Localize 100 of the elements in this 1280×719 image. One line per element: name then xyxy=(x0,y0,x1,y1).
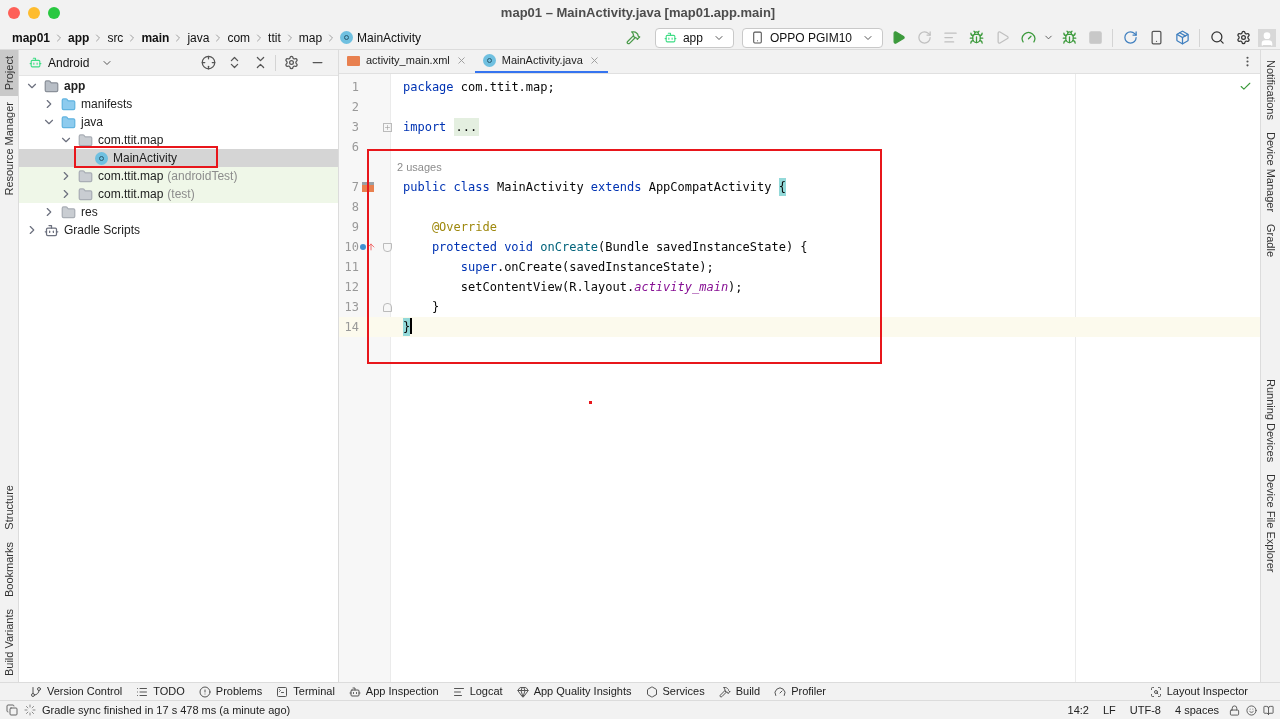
tool-window-button[interactable]: Problems xyxy=(192,682,269,701)
close-tab-icon[interactable] xyxy=(588,55,600,66)
breadcrumb[interactable]: MainActivity xyxy=(338,28,424,47)
tool-window-tab[interactable]: Resource Manager xyxy=(0,96,18,202)
usages-hint[interactable]: 2 usages xyxy=(397,158,442,176)
android-icon xyxy=(663,31,677,44)
editor-tab[interactable]: MainActivity.java xyxy=(474,50,608,73)
code-token: super xyxy=(459,259,497,276)
tool-window-tab[interactable]: Project xyxy=(0,50,18,97)
fold-end-icon[interactable] xyxy=(382,302,392,312)
tool-window-button[interactable]: Profiler xyxy=(768,682,832,701)
tree-item[interactable]: Gradle Scripts xyxy=(19,221,338,239)
status-item[interactable]: 4 spaces xyxy=(1170,701,1223,719)
layout-file-icon xyxy=(347,55,360,66)
breadcrumb[interactable]: java xyxy=(185,28,212,47)
tool-window-button[interactable]: Terminal xyxy=(270,682,341,701)
breadcrumb[interactable]: map01 xyxy=(10,28,53,47)
tree-item[interactable]: com.ttit.map (androidTest) xyxy=(19,167,338,185)
breadcrumb[interactable]: main xyxy=(139,28,172,47)
tree-item-label: manifests xyxy=(81,96,133,113)
code-token: AppCompatActivity xyxy=(647,179,773,196)
code-token: import xyxy=(403,119,448,136)
implemented-marker-icon[interactable] xyxy=(362,182,374,192)
tool-window-tab[interactable]: Running Devices xyxy=(1262,373,1279,469)
window-title: map01 – MainActivity.java [map01.app.main] xyxy=(500,4,776,23)
status-item[interactable]: 14:2 xyxy=(1063,701,1093,719)
tree-item[interactable]: com.ttit.map xyxy=(19,131,338,149)
module-folder-icon xyxy=(44,78,59,94)
terminal-icon xyxy=(276,685,289,698)
robot-icon xyxy=(348,685,361,698)
lines-icon xyxy=(452,685,465,698)
class-icon xyxy=(482,54,496,67)
breadcrumb[interactable]: com xyxy=(225,28,253,47)
tool-window-tab[interactable]: Notifications xyxy=(1262,54,1279,126)
code-token: com.ttit.map; xyxy=(459,79,555,96)
alert-icon xyxy=(198,685,211,698)
tree-item[interactable]: java xyxy=(19,113,338,131)
list-icon xyxy=(136,685,149,698)
code-token: ); xyxy=(728,279,743,296)
line-number: 13 xyxy=(343,299,359,316)
lock-icon[interactable] xyxy=(1229,704,1240,716)
code-token: { xyxy=(778,178,786,196)
close-window-icon[interactable] xyxy=(8,7,20,19)
inspect-icon xyxy=(1149,685,1162,698)
line-number: 10 xyxy=(343,239,359,256)
tool-window-button[interactable]: Logcat xyxy=(446,682,509,701)
code-token: } xyxy=(430,299,440,316)
tool-window-button[interactable]: TODO xyxy=(130,682,191,701)
android-icon xyxy=(29,56,42,69)
book-icon[interactable] xyxy=(1263,704,1274,716)
tree-item[interactable]: MainActivity xyxy=(19,149,338,167)
gauge-icon xyxy=(774,685,787,698)
check-icon xyxy=(1239,80,1252,93)
editor-tab[interactable]: activity_main.xml xyxy=(339,50,475,73)
tree-item[interactable]: com.ttit.map (test) xyxy=(19,185,338,203)
device-dropdown[interactable]: OPPO PGIM10 xyxy=(741,27,883,48)
configuration-dropdown[interactable]: app xyxy=(654,27,734,48)
tree-item[interactable]: manifests xyxy=(19,95,338,113)
tree-item[interactable]: app xyxy=(19,77,338,95)
panels-icon[interactable] xyxy=(6,704,18,716)
tool-window-tab[interactable]: Structure xyxy=(0,479,18,536)
line-number: 6 xyxy=(350,139,359,156)
project-view-dropdown[interactable]: Android xyxy=(29,53,114,72)
fold-start-icon[interactable] xyxy=(382,242,392,252)
code-token: (Bundle savedInstanceState) { xyxy=(598,239,808,256)
tool-window-button[interactable]: App Quality Insights xyxy=(510,682,638,701)
close-tab-icon[interactable] xyxy=(455,55,467,66)
tool-window-button[interactable]: Build xyxy=(712,682,767,701)
breadcrumb[interactable]: app xyxy=(66,28,92,47)
line-number: 2 xyxy=(350,99,359,116)
tool-window-button[interactable]: Services xyxy=(639,682,711,701)
code-token: extends xyxy=(590,179,642,196)
folder-icon xyxy=(61,114,76,130)
status-item[interactable]: UTF-8 xyxy=(1125,701,1165,719)
code-token: MainActivity xyxy=(495,179,585,196)
line-number: 11 xyxy=(343,259,359,276)
tree-item-label: com.ttit.map xyxy=(98,132,164,149)
tool-window-tab[interactable]: Bookmarks xyxy=(0,535,18,603)
package-icon xyxy=(78,132,93,148)
tool-window-button[interactable]: Version Control xyxy=(24,682,129,701)
tool-window-tab[interactable]: Device Manager xyxy=(1262,125,1279,218)
tool-window-button[interactable]: App Inspection xyxy=(342,682,445,701)
smile-icon[interactable] xyxy=(1246,704,1257,716)
tree-item-label: res xyxy=(81,204,98,221)
tool-window-tab[interactable]: Gradle xyxy=(1262,218,1279,264)
tool-window-button[interactable]: Layout Inspector xyxy=(1143,682,1254,701)
hammer-icon xyxy=(718,685,731,698)
package-icon xyxy=(78,168,93,184)
breadcrumb[interactable]: ttit xyxy=(266,28,283,47)
breadcrumb[interactable]: map xyxy=(296,28,325,47)
override-marker-icon[interactable] xyxy=(360,242,376,252)
status-item[interactable]: LF xyxy=(1098,701,1120,719)
zoom-window-icon[interactable] xyxy=(48,7,60,19)
tool-window-tab[interactable]: Device File Explorer xyxy=(1262,468,1279,579)
breadcrumb[interactable]: src xyxy=(105,28,126,47)
branch-icon xyxy=(30,685,42,698)
tree-item[interactable]: res xyxy=(19,203,338,221)
tool-window-tab[interactable]: Build Variants xyxy=(0,602,18,682)
line-number: 8 xyxy=(350,199,359,216)
expand-fold-icon[interactable] xyxy=(382,122,392,132)
